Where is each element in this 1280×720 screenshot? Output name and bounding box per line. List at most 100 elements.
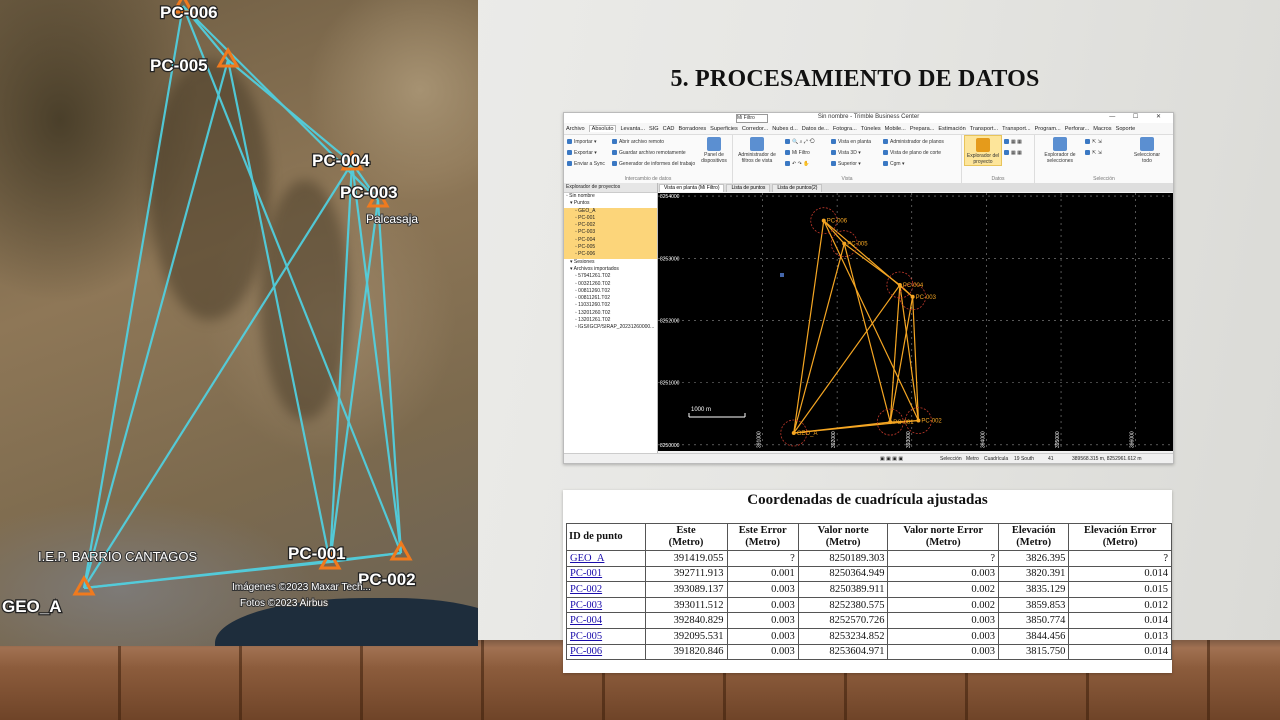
menu-item[interactable]: Datos de...: [802, 126, 829, 132]
project-explorer-button[interactable]: Explorador del proyecto: [964, 135, 1002, 166]
point-id-link[interactable]: PC-001: [570, 568, 602, 579]
menu-item[interactable]: Levanta...: [620, 126, 645, 132]
explorer-item-label: Puntos: [573, 200, 590, 207]
explorer-tree-item[interactable]: ◦ 00321260.T02: [564, 281, 657, 288]
menu-item[interactable]: Túneles: [861, 126, 881, 132]
menu-item[interactable]: Transport...: [1002, 126, 1030, 132]
explorer-tree-item[interactable]: ◦ 13201261.T02: [564, 317, 657, 324]
view-3d-button[interactable]: Vista 3D ▾: [831, 150, 861, 156]
point-id-cell[interactable]: PC-003: [566, 596, 646, 614]
explorer-tree-item[interactable]: ◦ 00811261.T02: [564, 295, 657, 302]
menu-item[interactable]: Transport...: [970, 126, 998, 132]
surface-view-button[interactable]: Superior ▾: [831, 161, 861, 167]
explorer-tree-item[interactable]: ▾ Archivos importados: [564, 266, 657, 273]
explorer-tree-item[interactable]: ◦ 11031260.T02: [564, 302, 657, 309]
point-id-cell[interactable]: PC-002: [566, 581, 646, 598]
explorer-tree-item[interactable]: ◦ PC-003: [564, 229, 657, 237]
point-id-link[interactable]: GEO_A: [570, 553, 604, 564]
status-selection[interactable]: Selección: [940, 456, 962, 462]
menu-item[interactable]: Mobile...: [885, 126, 906, 132]
table-cell: 8253234.852: [797, 627, 889, 645]
explorer-tree-item[interactable]: ◦ GEO_A: [564, 207, 657, 215]
data-tool[interactable]: ▦ ▦: [1004, 139, 1022, 145]
selection-tools[interactable]: ⇱ ⇲: [1085, 139, 1102, 145]
selection-explorer-button[interactable]: Explorador de selecciones: [1039, 135, 1081, 164]
table-cell: 3859.853: [997, 596, 1070, 614]
data-tool[interactable]: ▦ ▦: [1004, 150, 1022, 156]
explorer-tree-item[interactable]: ◦ Sin nombre: [564, 193, 657, 200]
view-tabs: Vista en planta (Mi Filtro) Lista de punt…: [658, 183, 1173, 192]
survey-point: [910, 294, 915, 299]
point-id-cell[interactable]: PC-004: [566, 612, 646, 629]
plan-view-button[interactable]: Vista en planta: [831, 139, 871, 145]
point-id-cell[interactable]: PC-006: [566, 643, 646, 661]
table-cell: 391419.055: [644, 550, 728, 567]
window-controls[interactable]: — ☐ ✕: [1109, 113, 1169, 120]
menu-item[interactable]: Perforar...: [1065, 126, 1090, 132]
explorer-tree-item[interactable]: ▾ Sesiones: [564, 259, 657, 266]
menu-item[interactable]: Macros: [1093, 126, 1111, 132]
explorer-tree-item[interactable]: ◦ PC-004: [564, 236, 657, 245]
plan-view-plot[interactable]: 8254000 8253000 8252000 8251000 8250000 39100…: [658, 193, 1173, 451]
explorer-tree-item[interactable]: ◦ PC-002: [564, 222, 657, 230]
point-id-link[interactable]: PC-004: [570, 615, 602, 626]
menu-item[interactable]: SIG: [649, 126, 659, 132]
point-id-link[interactable]: PC-002: [570, 584, 602, 595]
point-id-link[interactable]: PC-003: [570, 600, 602, 611]
menu-item[interactable]: Prepara...: [910, 126, 935, 132]
explorer-tree-item[interactable]: ◦ 00811260.T02: [564, 288, 657, 295]
explorer-tree-item[interactable]: ◦ 57941261.T02: [564, 273, 657, 280]
send-sync-button[interactable]: Enviar a Sync: [567, 161, 605, 167]
selection-tools[interactable]: ⇱ ⇲: [1085, 150, 1102, 156]
import-button[interactable]: Importar ▾: [567, 139, 597, 145]
report-generator-button[interactable]: Generador de informes del trabajo: [612, 161, 695, 167]
view-filter-admin-button[interactable]: Administrador de filtros de vista: [735, 135, 779, 164]
view-tab[interactable]: Lista de puntos(2): [772, 184, 823, 192]
view-tab[interactable]: Vista en planta (Mi Filtro): [659, 184, 725, 192]
zoom-tools[interactable]: 🔍 ⌕ ⤢ ⟲: [785, 139, 815, 145]
menu-item[interactable]: Borradores: [678, 126, 706, 132]
menu-item[interactable]: Superficies: [710, 126, 738, 132]
survey-point: [897, 282, 902, 287]
point-id-link[interactable]: PC-006: [570, 646, 602, 657]
menu-item[interactable]: Corredor...: [742, 126, 768, 132]
export-button[interactable]: Exportar ▾: [567, 150, 597, 156]
point-id-cell[interactable]: GEO_A: [566, 550, 646, 567]
explorer-tree-item[interactable]: ◦ 13201260.T02: [564, 310, 657, 317]
cgm-button[interactable]: Cgm ▾: [883, 161, 904, 167]
save-remote-button[interactable]: Guardar archivo remotamente: [612, 150, 686, 156]
explorer-tree-item[interactable]: ◦ PC-005: [564, 244, 657, 252]
cut-plane-view-button[interactable]: Vista de plano de corte: [883, 150, 941, 156]
point-id-link[interactable]: PC-005: [570, 631, 602, 642]
explorer-item-label: Sesiones: [573, 258, 595, 265]
view-tab[interactable]: Lista de puntos: [726, 184, 771, 192]
plane-admin-button[interactable]: Administrador de planos: [883, 139, 944, 145]
my-filter-button[interactable]: Mi Filtro: [785, 150, 810, 156]
table-cell: 392095.531: [644, 627, 728, 645]
menu-item[interactable]: Absoluto: [588, 125, 617, 132]
select-all-icon: [1140, 137, 1154, 151]
status-icons[interactable]: ▣ ▣ ▣ ▣: [880, 456, 903, 462]
menu-item[interactable]: Fotogra...: [833, 126, 857, 132]
open-remote-button[interactable]: Abrir archivo remoto: [612, 139, 664, 145]
explorer-tree-item[interactable]: ◦ PC-006: [564, 251, 657, 259]
survey-point: [888, 420, 893, 425]
menu-item[interactable]: Soporte: [1116, 126, 1136, 132]
menu-item[interactable]: Nubes d...: [772, 126, 798, 132]
menu-item[interactable]: CAD: [663, 126, 675, 132]
table-cell: 3850.774: [997, 612, 1070, 629]
devices-panel-button[interactable]: Panel de dispositivos: [696, 135, 732, 164]
menu-item[interactable]: Estimación: [938, 126, 965, 132]
ribbon-group-data: Explorador del proyecto ▦ ▦ ▦ ▦ Datos: [962, 135, 1035, 183]
explorer-tree-item[interactable]: ◦ IGS/IGCP/SIRAP_20231260000...: [564, 324, 657, 331]
table-cell: 0.003: [726, 581, 799, 598]
view-tools[interactable]: ↶ ↷ ✋: [785, 161, 809, 167]
point-label: PC-004: [903, 283, 924, 289]
point-id-cell[interactable]: PC-001: [566, 565, 646, 583]
menu-item[interactable]: Program...: [1035, 126, 1061, 132]
select-all-button[interactable]: Seleccionar todo: [1129, 135, 1165, 164]
explorer-tree-item[interactable]: ◦ PC-001: [564, 214, 657, 223]
explorer-tree-item[interactable]: ▾ Puntos: [564, 200, 657, 207]
menu-item[interactable]: Archivo: [566, 126, 585, 132]
point-id-cell[interactable]: PC-005: [566, 627, 646, 645]
